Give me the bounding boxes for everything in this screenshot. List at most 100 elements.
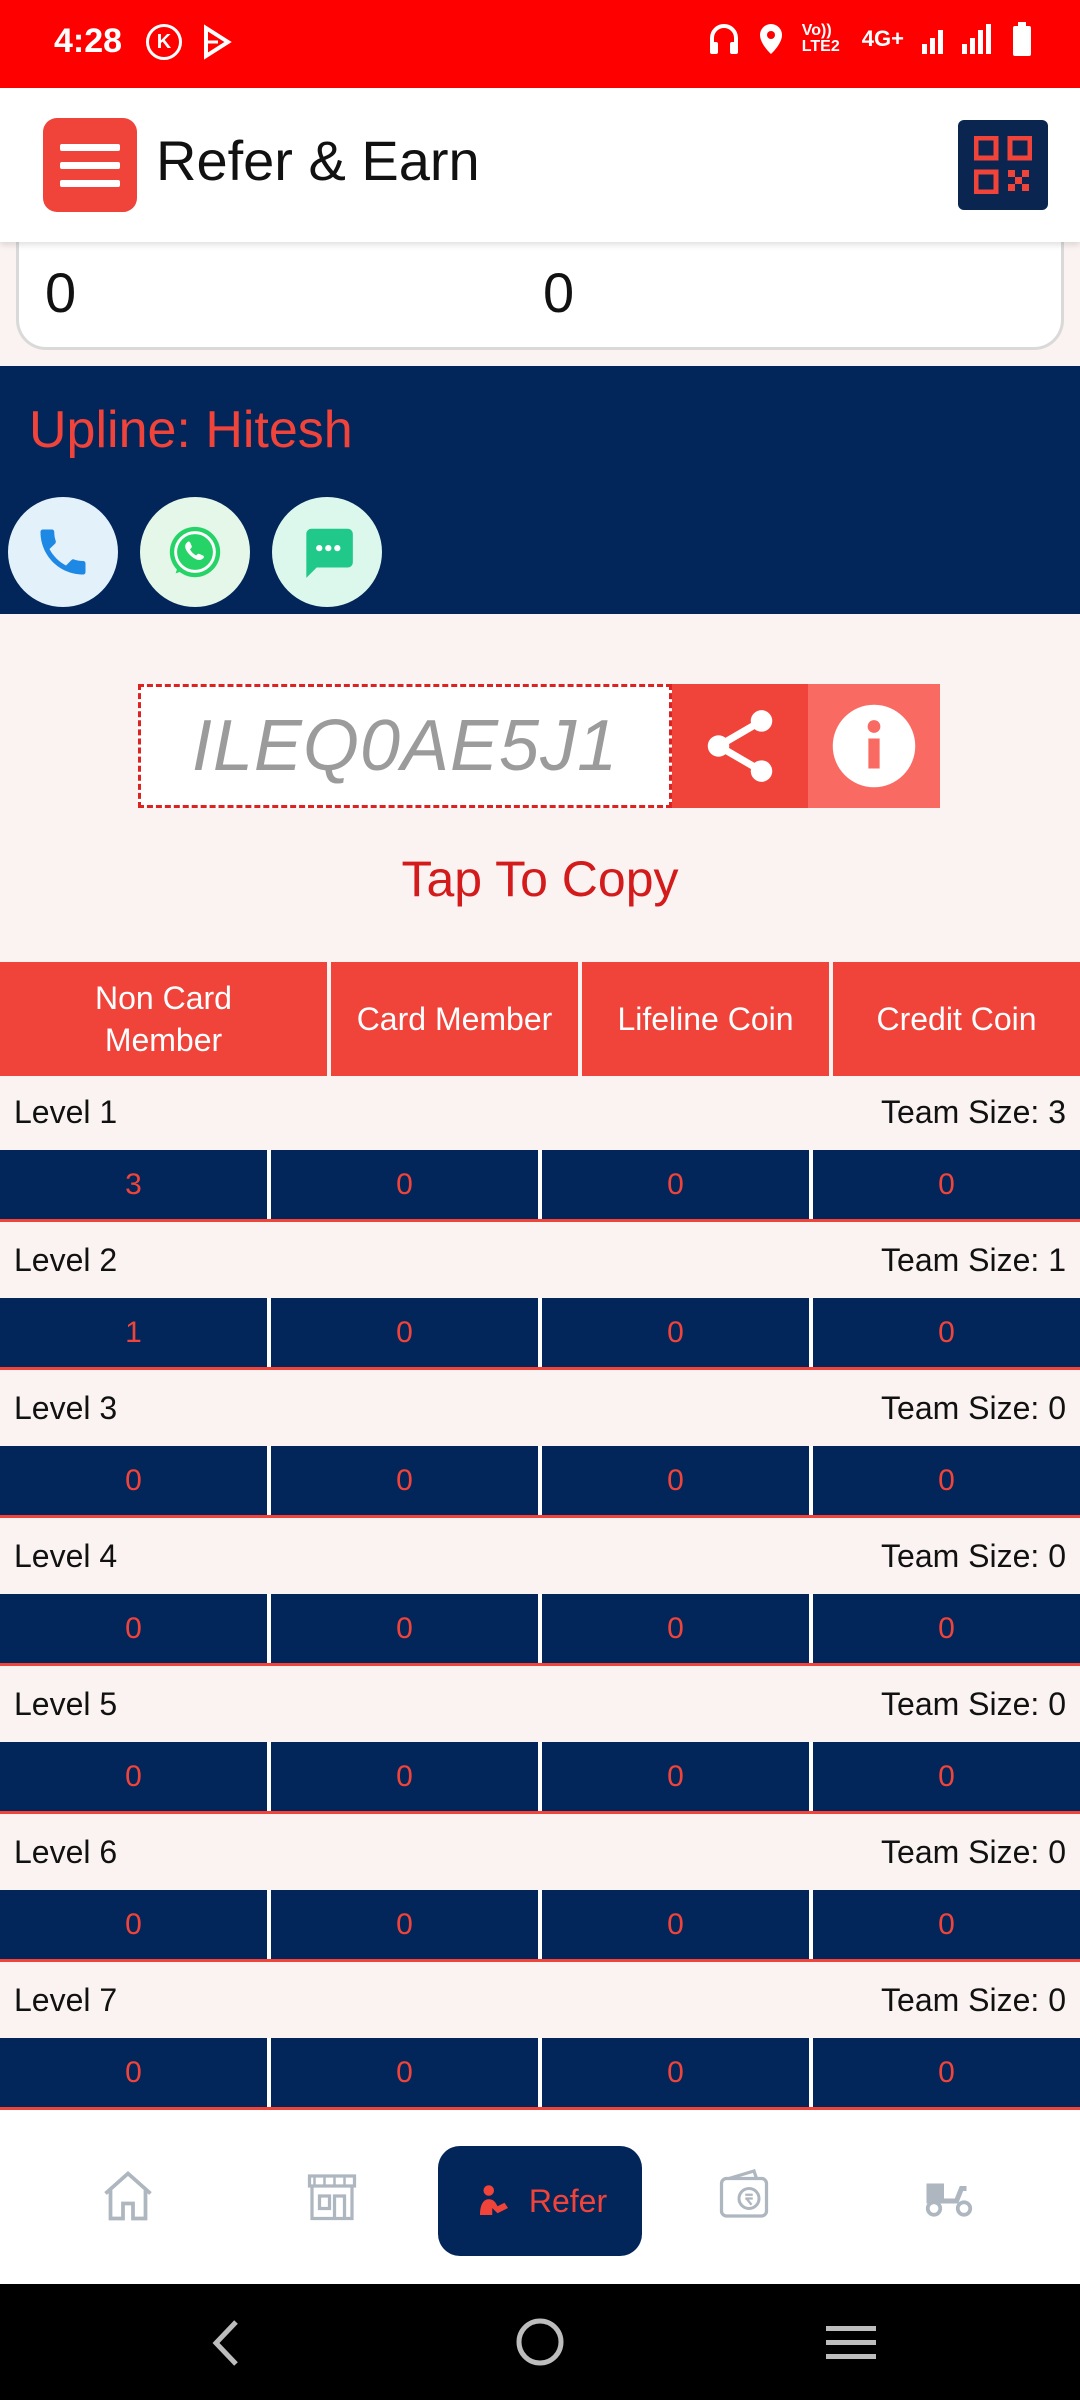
lifeline-coin-count[interactable]: 0 [542, 1150, 809, 1219]
header-credit-coin: Credit Coin [833, 962, 1080, 1076]
info-icon [832, 704, 916, 788]
team-size: Team Size: 0 [881, 1834, 1066, 1870]
nav-refer[interactable]: Refer [438, 2146, 642, 2256]
team-size: Team Size: 0 [881, 1390, 1066, 1426]
level-values-row: 3000 [0, 1150, 1080, 1222]
refer-earn-screen: 4:28 K Vo)) LTE2 4G+ Refer & Earn 0 0 Up… [0, 0, 1080, 2400]
credit-coin-count[interactable]: 0 [813, 1890, 1080, 1959]
non-card-member-count[interactable]: 0 [0, 1742, 267, 1811]
home-icon [104, 2170, 152, 2221]
menu-button[interactable] [43, 118, 137, 212]
credit-coin-count[interactable]: 0 [813, 1150, 1080, 1219]
battery-icon [1013, 22, 1031, 56]
app-bar: Refer & Earn [0, 88, 1080, 242]
menu-line [60, 143, 120, 151]
call-button[interactable] [8, 497, 118, 607]
level-label-row: Level 6 Team Size: 0 [0, 1816, 1080, 1890]
volte-icon: Vo)) LTE2 [801, 22, 840, 55]
stat-value-right: 0 [543, 261, 575, 324]
lifeline-coin-count[interactable]: 0 [542, 1742, 809, 1811]
wallet-icon [719, 2168, 769, 2218]
share-icon [707, 710, 773, 782]
header-card-member: Card Member [331, 962, 578, 1076]
header-lifeline-coin: Lifeline Coin [582, 962, 829, 1076]
card-member-count[interactable]: 0 [271, 2038, 538, 2107]
nav-delivery[interactable] [918, 2166, 980, 2226]
level-name: Level 4 [14, 1538, 118, 1574]
card-member-count[interactable]: 0 [271, 1446, 538, 1515]
level-name: Level 2 [14, 1242, 118, 1278]
level-values-row: 1000 [0, 1298, 1080, 1370]
non-card-member-count[interactable]: 1 [0, 1298, 267, 1367]
nav-wallet[interactable] [714, 2166, 774, 2226]
page-title: Refer & Earn [156, 129, 480, 192]
lifeline-coin-count[interactable]: 0 [542, 1594, 809, 1663]
stat-value-left: 0 [45, 261, 77, 324]
back-icon[interactable] [206, 2318, 246, 2368]
level-label-row: Level 5 Team Size: 0 [0, 1668, 1080, 1742]
level-row: Level 1 Team Size: 33000 [0, 1076, 1080, 1224]
referral-code: ILEQ0AE5J1 [191, 706, 619, 786]
status-time: 4:28 [54, 22, 123, 60]
level-values-row: 0000 [0, 1890, 1080, 1962]
header-non-card-member: Non Card Member [0, 962, 327, 1076]
team-size: Team Size: 3 [881, 1094, 1066, 1130]
share-button[interactable] [672, 684, 808, 808]
message-icon [306, 528, 353, 578]
card-member-count[interactable]: 0 [271, 1298, 538, 1367]
nav-refer-label: Refer [528, 2182, 608, 2219]
level-name: Level 6 [14, 1834, 118, 1870]
nav-store[interactable] [302, 2166, 362, 2226]
menu-line [60, 161, 120, 169]
non-card-member-count[interactable]: 0 [0, 2038, 267, 2107]
whatsapp-button[interactable] [140, 497, 250, 607]
level-row: Level 4 Team Size: 00000 [0, 1520, 1080, 1668]
level-name: Level 1 [14, 1094, 118, 1130]
card-member-count[interactable]: 0 [271, 1742, 538, 1811]
level-row: Level 6 Team Size: 00000 [0, 1816, 1080, 1964]
level-label-row: Level 3 Team Size: 0 [0, 1372, 1080, 1446]
non-card-member-count[interactable]: 0 [0, 1446, 267, 1515]
non-card-member-count[interactable]: 3 [0, 1150, 267, 1219]
level-values-row: 0000 [0, 1594, 1080, 1666]
credit-coin-count[interactable]: 0 [813, 1594, 1080, 1663]
credit-coin-count[interactable]: 0 [813, 1298, 1080, 1367]
level-name: Level 3 [14, 1390, 118, 1426]
credit-coin-count[interactable]: 0 [813, 1446, 1080, 1515]
level-name: Level 5 [14, 1686, 118, 1722]
credit-coin-count[interactable]: 0 [813, 2038, 1080, 2107]
team-size: Team Size: 0 [881, 1982, 1066, 2018]
table-header: Non Card Member Card Member Lifeline Coi… [0, 962, 1080, 1076]
home-circle-icon[interactable] [514, 2316, 566, 2368]
team-size: Team Size: 0 [881, 1686, 1066, 1722]
headphones-icon [709, 24, 738, 54]
card-member-count[interactable]: 0 [271, 1150, 538, 1219]
card-member-count[interactable]: 0 [271, 1890, 538, 1959]
credit-coin-count[interactable]: 0 [813, 1742, 1080, 1811]
card-member-count[interactable]: 0 [271, 1594, 538, 1663]
qr-code-button[interactable] [958, 120, 1048, 210]
k-circle-icon: K [146, 24, 182, 60]
lifeline-coin-count[interactable]: 0 [542, 2038, 809, 2107]
phone-icon [40, 529, 86, 575]
non-card-member-count[interactable]: 0 [0, 1890, 267, 1959]
network-type: 4G+ [861, 26, 904, 51]
store-icon [307, 2174, 357, 2221]
nav-home[interactable] [98, 2166, 158, 2226]
scooter-icon [925, 2183, 973, 2217]
signal-icon [922, 24, 991, 54]
lifeline-coin-count[interactable]: 0 [542, 1890, 809, 1959]
status-right-icons: Vo)) LTE2 4G+ [708, 22, 1032, 56]
sms-button[interactable] [272, 497, 382, 607]
referral-code-box[interactable]: ILEQ0AE5J1 [138, 684, 672, 808]
level-label-row: Level 4 Team Size: 0 [0, 1520, 1080, 1594]
upline-section: Upline: Hitesh [0, 366, 1080, 614]
lifeline-coin-count[interactable]: 0 [542, 1446, 809, 1515]
info-button[interactable] [808, 684, 940, 808]
tap-to-copy-label[interactable]: Tap To Copy [0, 850, 1080, 908]
non-card-member-count[interactable]: 0 [0, 1594, 267, 1663]
level-name: Level 7 [14, 1982, 118, 2018]
recents-icon[interactable] [824, 2322, 878, 2364]
lifeline-coin-count[interactable]: 0 [542, 1298, 809, 1367]
location-icon [759, 24, 782, 54]
